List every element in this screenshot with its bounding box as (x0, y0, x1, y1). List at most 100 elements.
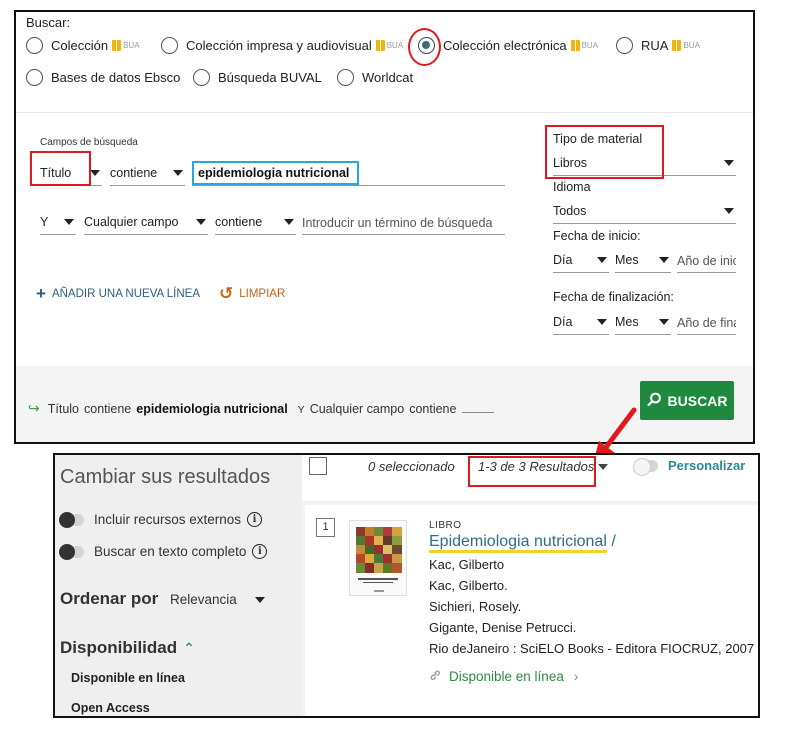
scope-radio-ebsco[interactable]: Bases de datos Ebsco (26, 69, 180, 86)
link-icon (429, 669, 441, 684)
summary-boolean: Y (297, 404, 305, 416)
toggle-switch[interactable] (59, 511, 84, 528)
operator-select-value: contiene (110, 166, 158, 180)
book-cover-thumbnail[interactable] (349, 520, 407, 596)
toggle-fulltext-search[interactable]: Buscar en texto completo i (59, 543, 268, 560)
select-all-checkbox[interactable] (309, 457, 327, 475)
availability-facet-header[interactable]: Disponibilidad ⌃ (60, 638, 195, 658)
cover-mosaic-icon (356, 527, 402, 573)
toggle-label: Incluir recursos externos (94, 512, 242, 527)
info-icon[interactable]: i (247, 512, 263, 527)
day-value: Día (553, 315, 573, 329)
advanced-search-panel: Buscar: Colección BUA Colección impresa … (14, 10, 755, 444)
bua-icon: BUA (672, 40, 700, 51)
arrow-right-icon: ↪ (28, 400, 40, 416)
highlight-box-material-type (545, 125, 664, 179)
chevron-down-icon (597, 257, 607, 263)
reset-icon: ↺ (219, 284, 234, 303)
toggle-switch[interactable] (633, 457, 658, 476)
search-button-label: BUSCAR (667, 392, 728, 409)
toggle-external-resources[interactable]: Incluir recursos externos i (59, 511, 263, 528)
end-date-label: Fecha de finalización: (553, 290, 674, 304)
result-author: Kac, Gilberto (429, 557, 505, 572)
start-month-select[interactable]: Mes (615, 249, 671, 273)
highlight-box-result-count (468, 456, 596, 487)
results-panel: Cambiar sus resultados Incluir recursos … (53, 453, 760, 718)
scope-label-text: RUA (641, 38, 669, 53)
availability-title: Disponibilidad (60, 638, 178, 657)
language-label: Idioma (553, 180, 591, 194)
result-index[interactable]: 1 (316, 518, 335, 537)
language-select[interactable]: Todos (553, 200, 736, 224)
operator-select-value: contiene (215, 215, 263, 229)
summary-term: epidemiologia nutricional (136, 402, 288, 416)
chevron-down-icon (173, 170, 183, 176)
results-header: 0 seleccionado 1-3 de 3 Resultados Perso… (302, 455, 758, 501)
end-day-select[interactable]: Día (553, 311, 609, 335)
chevron-down-icon[interactable] (255, 597, 265, 603)
cover-title-line (358, 578, 398, 580)
result-author: Kac, Gilberto. (429, 578, 508, 593)
result-title-text[interactable]: Epidemiologia nutricional (429, 533, 607, 553)
highlight-box-titulo (30, 151, 91, 186)
cover-subtitle-line (363, 582, 393, 583)
bua-icon: BUA (112, 40, 140, 51)
start-year-input[interactable] (677, 249, 736, 273)
search-term-input[interactable]: epidemiologia nutricional (192, 161, 359, 185)
highlight-circle-electronica (408, 28, 441, 66)
boolean-select-row2[interactable]: Y (40, 211, 76, 235)
end-month-select[interactable]: Mes (615, 311, 671, 335)
chevron-down-icon (659, 257, 669, 263)
scope-label-text: Búsqueda BUVAL (218, 70, 322, 85)
selected-count: 0 seleccionado (368, 459, 455, 474)
bua-icon: BUA (570, 40, 598, 51)
radio-circle (337, 69, 354, 86)
add-line-button[interactable]: + AÑADIR UNA NUEVA LÍNEA (36, 284, 200, 304)
scope-label-text: Worldcat (362, 70, 414, 85)
month-value: Mes (615, 253, 639, 267)
operator-select-row2[interactable]: contiene (215, 211, 296, 235)
start-date-label: Fecha de inicio: (553, 229, 641, 243)
scope-radio-coleccion[interactable]: Colección BUA (26, 37, 140, 54)
scope-radio-electronica[interactable]: Colección electrónica BUA (418, 37, 598, 54)
month-value: Mes (615, 315, 639, 329)
result-author: Sichieri, Rosely. (429, 599, 522, 614)
scope-label: Buscar: (26, 15, 71, 30)
availability-link[interactable]: Disponible en línea › (429, 669, 578, 684)
scope-label-text: Colección impresa y audiovisual (186, 38, 372, 53)
result-title-link[interactable]: Epidemiologia nutricional / (429, 533, 616, 553)
day-value: Día (553, 253, 573, 267)
result-author: Gigante, Denise Petrucci. (429, 620, 577, 635)
search-button[interactable]: BUSCAR (640, 381, 734, 420)
scope-label-text: Colección (51, 38, 109, 53)
material-type-badge: LIBRO (429, 520, 462, 531)
scope-radio-impresa[interactable]: Colección impresa y audiovisual BUA (161, 37, 403, 54)
end-year-input[interactable] (677, 311, 736, 335)
result-item: 1 LIBRO Epidemiologia nutricional / Kac,… (305, 505, 758, 716)
scope-radio-buval[interactable]: Búsqueda BUVAL (193, 69, 322, 86)
sort-select[interactable]: Relevancia (170, 592, 237, 607)
scope-radio-rua[interactable]: RUA BUA (616, 37, 700, 54)
chevron-down-icon (90, 170, 100, 176)
scope-radio-worldcat[interactable]: Worldcat (337, 69, 413, 86)
search-term-input-row2[interactable] (302, 211, 505, 235)
clear-button[interactable]: ↺ LIMPIAR (219, 284, 285, 304)
facet-open-access[interactable]: Open Access (71, 701, 150, 715)
bua-icon: BUA (375, 40, 403, 51)
facet-available-online[interactable]: Disponible en línea (71, 671, 185, 685)
field-select-row2[interactable]: Cualquier campo (84, 211, 208, 235)
radio-circle (26, 37, 43, 54)
personalize-toggle[interactable]: Personalizar (633, 457, 746, 476)
radio-circle (193, 69, 210, 86)
operator-select-row1[interactable]: contiene (110, 162, 185, 186)
chevron-down-icon[interactable] (598, 464, 608, 470)
summary-operator: contiene (84, 402, 132, 416)
toggle-switch[interactable] (59, 543, 84, 560)
facets-sidebar: Cambiar sus resultados Incluir recursos … (55, 455, 302, 716)
info-icon[interactable]: i (252, 544, 268, 559)
personalize-label: Personalizar (668, 458, 746, 473)
radio-circle (616, 37, 633, 54)
sort-label: Ordenar por (60, 589, 159, 608)
results-list: 1 LIBRO Epidemiologia nutricional / Kac,… (302, 501, 758, 716)
start-day-select[interactable]: Día (553, 249, 609, 273)
